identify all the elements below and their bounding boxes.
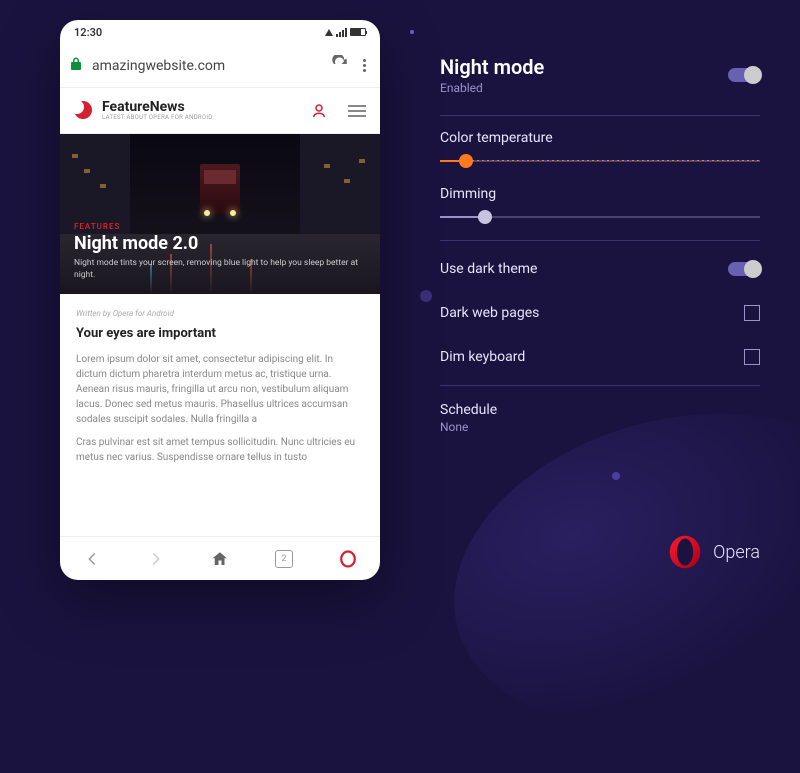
opera-brand-text: Opera — [713, 542, 760, 563]
dark-pages-label: Dark web pages — [440, 305, 539, 321]
bottom-nav: 2 — [60, 536, 380, 580]
site-logo-icon — [74, 101, 94, 121]
back-icon[interactable] — [77, 550, 107, 568]
tabs-icon[interactable]: 2 — [269, 550, 299, 568]
article-p1: Lorem ipsum dolor sit amet, consectetur … — [76, 352, 364, 427]
dim-keyboard-label: Dim keyboard — [440, 349, 525, 365]
article-byline: Written by Opera for Android — [76, 308, 364, 320]
opera-menu-icon[interactable] — [333, 550, 363, 568]
hero-tag: FEATURES — [74, 222, 366, 231]
schedule-row[interactable]: Schedule None — [440, 392, 760, 448]
hero-title: Night mode 2.0 — [74, 233, 366, 254]
home-icon[interactable] — [205, 550, 235, 568]
schedule-value: None — [440, 420, 497, 434]
dimming-label: Dimming — [440, 186, 760, 202]
user-icon[interactable] — [310, 102, 328, 120]
address-bar[interactable]: amazingwebsite.com — [60, 44, 380, 88]
forward-icon[interactable] — [141, 550, 171, 568]
menu-icon[interactable] — [348, 105, 366, 117]
dark-theme-label: Use dark theme — [440, 261, 537, 277]
dimming-slider[interactable] — [440, 216, 760, 218]
battery-icon — [350, 28, 366, 36]
lock-icon — [70, 57, 82, 75]
article-heading: Your eyes are important — [76, 324, 364, 344]
settings-status: Enabled — [440, 81, 544, 95]
dim-keyboard-checkbox[interactable] — [744, 349, 760, 365]
color-temp-slider[interactable] — [440, 160, 760, 162]
site-header: FeatureNews LATEST ABOUT OPERA FOR ANDRO… — [60, 88, 380, 134]
dark-pages-checkbox[interactable] — [744, 305, 760, 321]
night-mode-toggle[interactable] — [728, 68, 760, 82]
dark-theme-toggle[interactable] — [728, 262, 760, 276]
settings-title: Night mode — [440, 55, 544, 79]
more-icon[interactable] — [359, 55, 370, 76]
settings-panel: Night mode Enabled Color temperature Dim… — [440, 55, 760, 448]
article-body: Written by Opera for Android Your eyes a… — [60, 294, 380, 536]
opera-logo-icon — [667, 534, 703, 570]
site-logo-text: FeatureNews — [102, 100, 213, 114]
color-temp-label: Color temperature — [440, 130, 760, 146]
url-text: amazingwebsite.com — [92, 58, 321, 74]
phone-frame: 12:30 amazingwebsite.com FeatureNews LAT… — [60, 20, 380, 580]
hero-desc: Night mode tints your screen, removing b… — [74, 258, 366, 282]
opera-brand: Opera — [667, 534, 760, 570]
cell-icon — [336, 28, 347, 37]
status-bar: 12:30 — [60, 20, 380, 44]
signal-icon — [325, 29, 333, 36]
site-logo-sub: LATEST ABOUT OPERA FOR ANDROID — [102, 114, 213, 121]
clock: 12:30 — [74, 26, 102, 39]
schedule-label: Schedule — [440, 402, 497, 418]
hero-image: FEATURES Night mode 2.0 Night mode tints… — [60, 134, 380, 294]
reload-icon[interactable] — [331, 55, 349, 77]
article-p2: Cras pulvinar est sit amet tempus sollic… — [76, 435, 364, 465]
